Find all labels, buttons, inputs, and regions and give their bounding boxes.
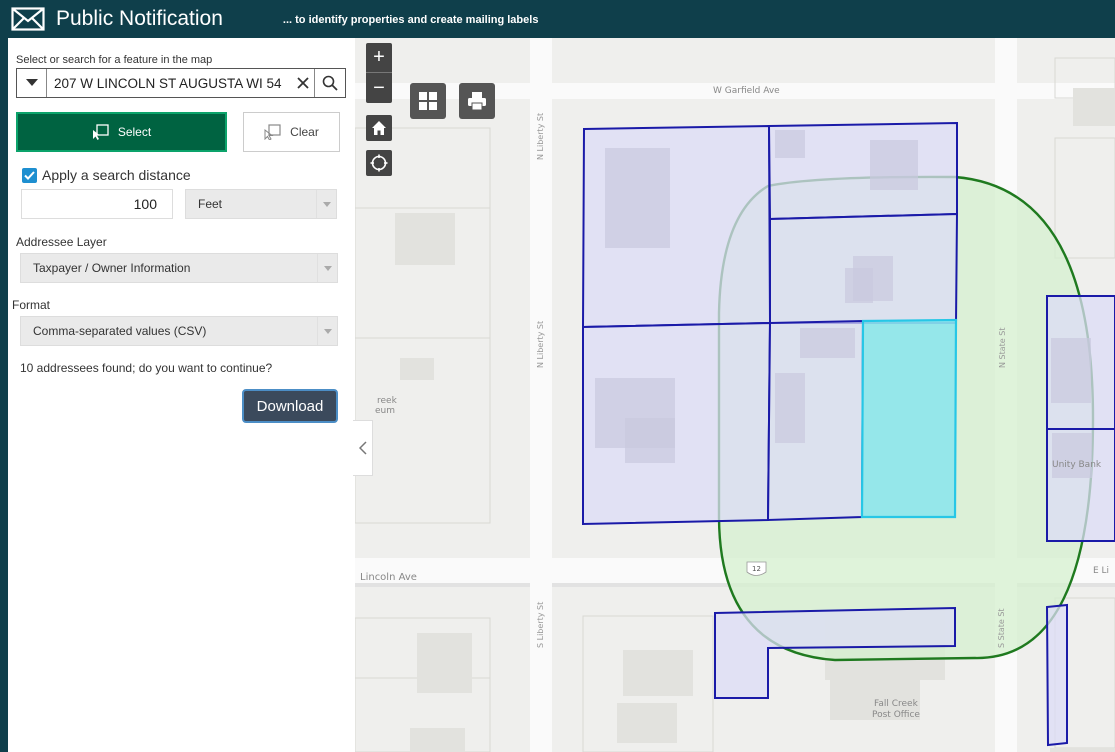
search-label: Select or search for a feature in the ma… bbox=[16, 54, 213, 66]
place-label-post-office-1: Fall Creek bbox=[874, 699, 918, 709]
place-label-post-office-2: Post Office bbox=[872, 710, 920, 720]
found-message: 10 addressees found; do you want to cont… bbox=[20, 361, 273, 375]
feature-search: 207 W LINCOLN ST AUGUSTA WI 54 bbox=[16, 68, 346, 98]
app-subtitle: ... to identify properties and create ma… bbox=[282, 14, 539, 26]
locate-button[interactable] bbox=[366, 150, 392, 176]
left-frame bbox=[0, 38, 8, 752]
distance-unit-value: Feet bbox=[198, 197, 223, 211]
street-label-n-liberty-top: N Liberty St bbox=[536, 112, 545, 160]
printer-icon bbox=[468, 92, 486, 111]
select-button[interactable]: Select bbox=[16, 112, 227, 152]
app-window: Public Notification ... to identify prop… bbox=[0, 0, 1115, 752]
select-button-label: Select bbox=[117, 125, 152, 139]
home-icon bbox=[372, 121, 386, 135]
place-label-museum-1: reek bbox=[377, 396, 397, 406]
street-label-lincoln: Lincoln Ave bbox=[360, 572, 417, 583]
home-button[interactable] bbox=[366, 115, 392, 141]
checkmark-icon bbox=[24, 170, 35, 180]
addressee-layer-value: Taxpayer / Owner Information bbox=[33, 261, 191, 275]
zoom-in-button[interactable]: + bbox=[366, 43, 392, 73]
street-label-garfield: W Garfield Ave bbox=[713, 86, 780, 96]
caret-down-icon bbox=[25, 79, 38, 86]
street-label-e-lincoln: E Li bbox=[1093, 566, 1110, 576]
format-select[interactable]: Comma-separated values (CSV) bbox=[20, 316, 338, 346]
apply-distance-label: Apply a search distance bbox=[42, 167, 191, 183]
zoom-control: + − bbox=[366, 43, 392, 103]
print-button[interactable] bbox=[459, 83, 495, 119]
distance-unit-select[interactable]: Feet bbox=[185, 189, 337, 219]
street-label-n-liberty-mid: N Liberty St bbox=[536, 320, 545, 368]
apply-distance-row: Apply a search distance bbox=[22, 167, 191, 183]
chevron-down-icon bbox=[316, 190, 336, 218]
widget-panel: Select or search for a feature in the ma… bbox=[8, 38, 355, 752]
addressee-layer-select[interactable]: Taxpayer / Owner Information bbox=[20, 253, 338, 283]
map-view[interactable]: W Garfield Ave Lincoln Ave E Li Unity Ba… bbox=[355, 38, 1115, 752]
envelope-icon bbox=[11, 6, 45, 32]
zoom-out-button[interactable]: − bbox=[366, 73, 392, 103]
chevron-down-icon bbox=[317, 254, 337, 282]
apply-distance-checkbox[interactable] bbox=[22, 167, 37, 183]
locate-icon bbox=[370, 154, 388, 172]
place-label-museum-2: eum bbox=[375, 406, 396, 416]
chevron-down-icon bbox=[317, 317, 337, 345]
clear-button-label: Clear bbox=[290, 125, 319, 139]
street-label-n-state: N State St bbox=[998, 327, 1007, 368]
chevron-left-icon bbox=[358, 441, 367, 455]
select-tool-icon bbox=[92, 124, 109, 140]
street-label-s-liberty: S Liberty St bbox=[536, 601, 545, 648]
search-icon[interactable] bbox=[314, 69, 345, 97]
app-header: Public Notification ... to identify prop… bbox=[0, 0, 1115, 38]
street-label-s-state: S State St bbox=[997, 608, 1006, 648]
app-title: Public Notification bbox=[56, 7, 223, 30]
clear-button[interactable]: Clear bbox=[243, 112, 340, 152]
place-label-unity-bank: Unity Bank bbox=[1052, 460, 1102, 470]
addressee-layer-label: Addressee Layer bbox=[16, 235, 107, 249]
clear-selection-icon bbox=[264, 124, 281, 140]
format-label: Format bbox=[12, 298, 51, 312]
clear-search-icon[interactable] bbox=[292, 69, 314, 97]
basemap-gallery-button[interactable] bbox=[410, 83, 446, 119]
selected-parcel[interactable] bbox=[860, 318, 958, 519]
grid-icon bbox=[419, 92, 437, 110]
search-source-dropdown[interactable] bbox=[17, 69, 47, 97]
format-value: Comma-separated values (CSV) bbox=[33, 324, 207, 338]
route-number: 12 bbox=[752, 565, 761, 573]
collapse-panel-button[interactable] bbox=[353, 420, 373, 476]
distance-input[interactable]: 100 bbox=[21, 189, 173, 219]
search-input[interactable]: 207 W LINCOLN ST AUGUSTA WI 54 bbox=[47, 76, 292, 91]
download-button[interactable]: Download bbox=[242, 389, 338, 423]
